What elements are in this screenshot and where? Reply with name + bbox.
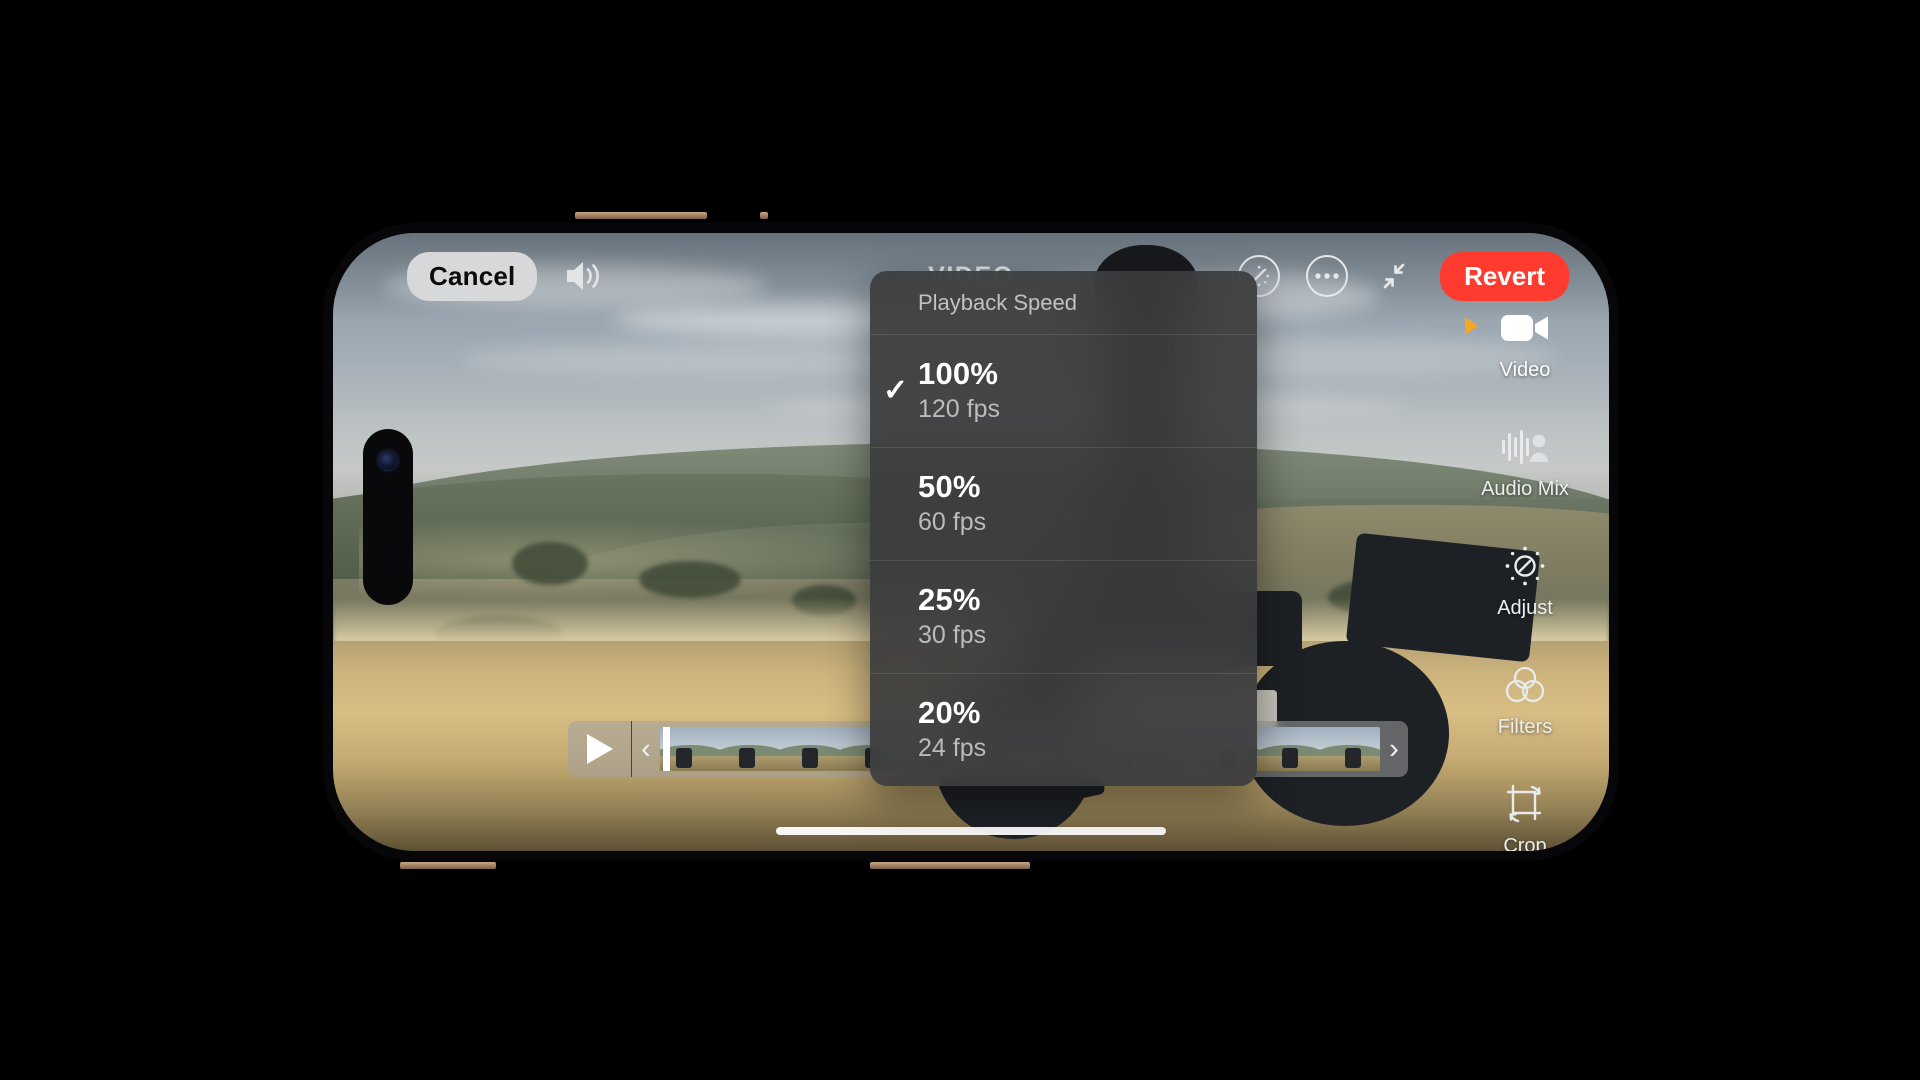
rail-item-label: Crop [1503,835,1547,851]
speaker-wave-icon[interactable] [563,259,603,293]
filters-circles-icon [1503,662,1547,708]
rail-item-label: Adjust [1497,597,1553,619]
checkmark-icon: ✓ [883,373,909,407]
phone-device-frame: Cancel VIDEO [318,218,1624,866]
tree-cluster [639,560,742,598]
arrows-collapse-icon[interactable] [1374,256,1414,296]
speed-option-percent: 50% [918,468,981,504]
speed-option-fps: 24 fps [918,733,987,762]
editor-tool-rail: Video Audio Mix Adjust Filters Crop [1459,305,1591,851]
playback-speed-menu-title: Playback Speed [918,290,1077,315]
speed-option-100[interactable]: ✓ 100% 120 fps [870,334,1257,447]
playback-speed-menu: Playback Speed ✓ 100% 120 fps 50% 60 fps… [870,271,1257,786]
rail-item-adjust[interactable]: Adjust [1459,543,1591,620]
rail-item-video[interactable]: Video [1459,305,1591,382]
active-tool-caret-icon [1465,317,1478,335]
video-camera-icon [1499,305,1551,351]
rail-item-label: Video [1499,359,1551,381]
rail-item-label: Filters [1497,716,1553,738]
filmstrip-frame [1320,727,1380,771]
dynamic-island [363,429,413,605]
speed-option-fps: 120 fps [918,394,1001,423]
power-button[interactable] [870,862,1030,869]
crop-rotate-icon [1502,781,1548,827]
speed-option-percent: 25% [918,581,981,617]
camera-control-button[interactable] [400,862,496,869]
playhead[interactable] [663,727,670,771]
adjust-dial-icon [1503,543,1547,589]
phone-screen: Cancel VIDEO [333,233,1609,851]
speed-option-25[interactable]: 25% 30 fps [870,559,1257,673]
tree-cluster [511,542,589,586]
filmstrip-frame [720,727,780,771]
rail-item-label: Audio Mix [1481,478,1569,500]
filmstrip-frame [780,727,840,771]
speed-option-20[interactable]: 20% 24 fps [870,672,1257,786]
play-triangle-icon [586,734,613,764]
cancel-button[interactable]: Cancel [407,251,538,301]
volume-buttons[interactable] [575,212,707,219]
revert-button[interactable]: Revert [1440,251,1569,301]
rail-item-crop[interactable]: Crop [1459,781,1591,851]
toolbar-right-group: Revert [1238,251,1569,301]
speed-option-fps: 30 fps [918,620,987,649]
home-indicator[interactable] [776,827,1166,835]
play-button[interactable] [568,721,632,777]
trim-right-handle[interactable]: › [1380,733,1408,766]
filmstrip-frame [1260,727,1320,771]
trim-left-handle[interactable]: ‹ [632,733,660,766]
speed-option-percent: 20% [918,694,981,730]
speed-option-50[interactable]: 50% 60 fps [870,446,1257,560]
screenshot-root: Cancel VIDEO [0,0,1920,1080]
speed-option-fps: 60 fps [918,507,987,536]
speed-option-percent: 100% [918,356,999,391]
action-button[interactable] [760,212,768,219]
ellipsis-circle-icon[interactable] [1306,255,1349,297]
audio-mix-icon [1500,424,1550,470]
rail-item-audio-mix[interactable]: Audio Mix [1459,424,1591,501]
rail-item-filters[interactable]: Filters [1459,662,1591,739]
front-camera-icon [378,451,398,470]
